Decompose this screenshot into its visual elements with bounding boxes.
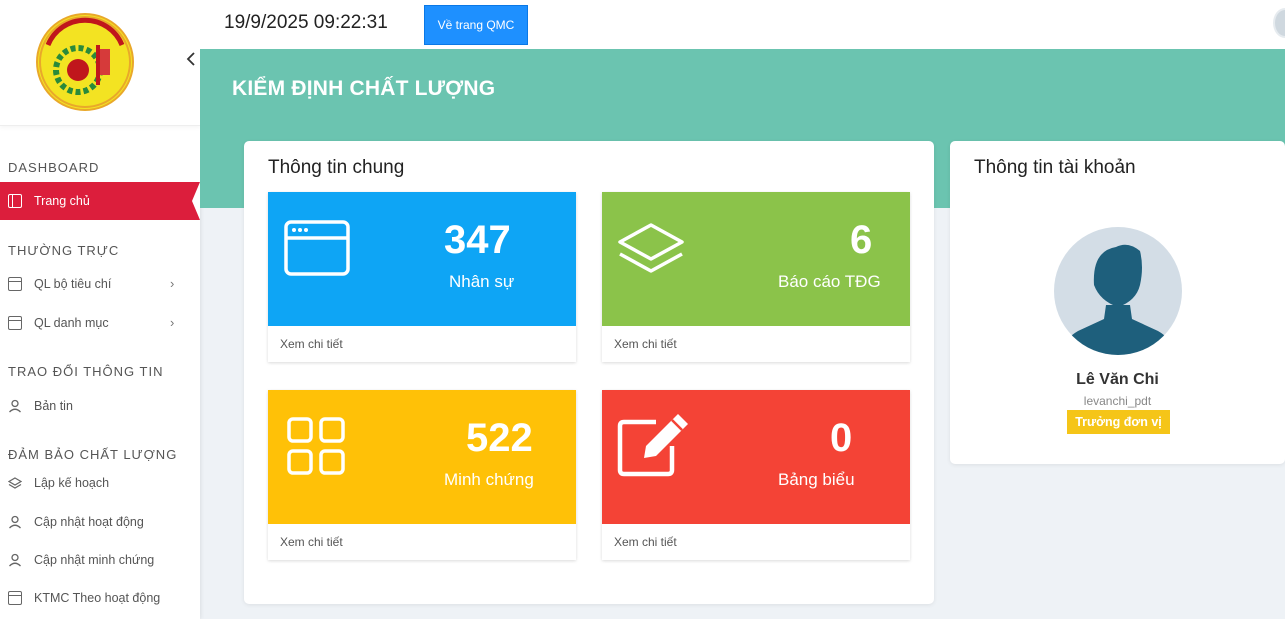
chevron-left-icon: [186, 52, 195, 66]
sidebar-item-label: QL bộ tiêu chí: [34, 277, 112, 291]
tile-label: Nhân sự: [449, 272, 515, 291]
sidebar-item-label: QL danh mục: [34, 316, 109, 330]
tile-header: 6 Báo cáo TĐG: [602, 192, 910, 326]
sidebar-item-cap-nhat-hoat-dong[interactable]: Cập nhật hoạt động: [0, 503, 200, 541]
chevron-right-icon: ›: [170, 276, 175, 291]
edit-icon: [617, 414, 688, 477]
user-avatar-icon[interactable]: [1273, 8, 1285, 38]
sidebar-item-label: Cập nhật minh chứng: [34, 553, 155, 567]
account-card: Thông tin tài khoản Lê Văn Chi levanchi_…: [950, 141, 1285, 464]
tile-value: 0: [830, 416, 853, 460]
account-username: levanchi_pdt: [1083, 394, 1152, 408]
layers-icon: [7, 476, 23, 490]
browser-window-icon: [284, 220, 350, 276]
sidebar-item-ban-tin[interactable]: Bản tin: [0, 387, 200, 425]
page-title: KIỂM ĐỊNH CHẤT LƯỢNG: [232, 77, 496, 100]
general-info-card: Thông tin chung 347 Nhân sự Xem chi tiết…: [244, 141, 934, 604]
chevron-right-icon: ›: [170, 315, 175, 330]
sidebar-item-label: Lập kế hoạch: [34, 476, 110, 490]
person-silhouette-icon: [1058, 244, 1178, 355]
view-details-link[interactable]: Xem chi tiết: [614, 535, 677, 549]
tile-header: 347 Nhân sự: [268, 192, 576, 326]
calendar-icon: [8, 591, 22, 605]
tile-value: 347: [444, 218, 511, 262]
tile-bao-cao-tdg[interactable]: 6 Báo cáo TĐG Xem chi tiết: [602, 192, 910, 362]
sidebar-item-label: KTMC Theo hoạt động: [34, 591, 161, 605]
layout-icon: [8, 194, 22, 208]
account-name: Lê Văn Chi: [1076, 371, 1159, 388]
sidebar-item-trang-chu[interactable]: Trang chủ: [0, 182, 200, 220]
sidebar-item-ql-danh-muc[interactable]: QL danh mục ›: [0, 304, 200, 342]
sidebar-item-label: Cập nhật hoạt động: [34, 515, 144, 529]
tile-minh-chung[interactable]: 522 Minh chứng Xem chi tiết: [268, 390, 576, 560]
user-icon: [8, 399, 22, 413]
sidebar-collapse-button[interactable]: [184, 52, 198, 70]
user-icon: [8, 553, 22, 567]
sidebar-item-label: Trang chủ: [34, 194, 90, 208]
tile-value: 522: [466, 416, 533, 460]
general-info-title: Thông tin chung: [268, 157, 405, 178]
nav-section-dam-bao-chat-luong: ĐẢM BẢO CHẤT LƯỢNG: [8, 447, 178, 462]
view-details-link[interactable]: Xem chi tiết: [280, 535, 343, 549]
sidebar-item-label: Bản tin: [34, 399, 73, 413]
nav-section-dashboard: DASHBOARD: [8, 160, 100, 175]
tile-label: Bảng biểu: [778, 470, 855, 489]
sidebar: DASHBOARD Trang chủ THƯỜNG TRỰC QL bộ ti…: [0, 0, 200, 619]
profile-avatar: [1054, 227, 1182, 355]
tile-header: 522 Minh chứng: [268, 390, 576, 524]
tile-value: 6: [850, 218, 873, 262]
view-details-link[interactable]: Xem chi tiết: [614, 337, 677, 351]
view-details-link[interactable]: Xem chi tiết: [280, 337, 343, 351]
folder-icon: [8, 277, 22, 291]
nav-section-trao-doi-thong-tin: TRAO ĐỔI THÔNG TIN: [8, 364, 164, 379]
nav-section-thuong-truc: THƯỜNG TRỰC: [8, 243, 120, 258]
tile-label: Minh chứng: [444, 470, 534, 489]
topbar: 19/9/2025 09:22:31 Về trang QMC: [200, 0, 1285, 49]
user-icon: [8, 515, 22, 529]
account-title: Thông tin tài khoản: [974, 157, 1136, 178]
sidebar-item-lap-ke-hoach[interactable]: Lập kế hoạch: [0, 464, 200, 502]
folder-icon: [8, 316, 22, 330]
sidebar-item-cap-nhat-minh-chung[interactable]: Cập nhật minh chứng: [0, 541, 200, 579]
sidebar-item-ktmc-theo-hoat-dong[interactable]: KTMC Theo hoạt động: [0, 579, 200, 617]
tile-label: Báo cáo TĐG: [778, 272, 881, 291]
tile-header: 0 Bảng biểu: [602, 390, 910, 524]
layers-icon: [618, 223, 684, 273]
tile-bang-bieu[interactable]: 0 Bảng biểu Xem chi tiết: [602, 390, 910, 560]
grid-icon: [287, 417, 345, 475]
logo-area: [0, 0, 200, 126]
college-logo[interactable]: [36, 13, 134, 111]
tile-nhan-su[interactable]: 347 Nhân sự Xem chi tiết: [268, 192, 576, 362]
qmc-button[interactable]: Về trang QMC: [424, 5, 528, 45]
sidebar-item-ql-bo-tieu-chi[interactable]: QL bộ tiêu chí ›: [0, 265, 200, 303]
role-badge: Trưởng đơn vị: [1067, 410, 1170, 434]
datetime-display: 19/9/2025 09:22:31: [224, 12, 388, 33]
